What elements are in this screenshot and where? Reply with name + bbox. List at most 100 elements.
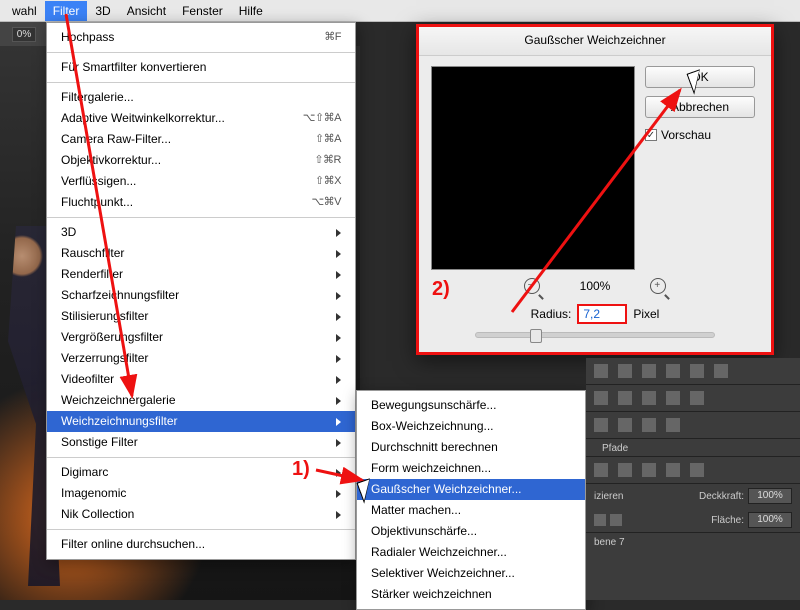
menu-item[interactable]: Objektivkorrektur...⇧⌘R — [47, 150, 355, 171]
radius-input[interactable] — [577, 304, 627, 324]
submenu-item[interactable]: Matter machen... — [357, 500, 585, 521]
menu-item[interactable]: Filtergalerie... — [47, 87, 355, 108]
menu-item-sub[interactable]: Rauschfilter — [47, 243, 355, 264]
menu-item-sub[interactable]: Vergrößerungsfilter — [47, 327, 355, 348]
menu-item-sub[interactable]: Scharfzeichnungsfilter — [47, 285, 355, 306]
submenu-item[interactable]: Objektivunschärfe... — [357, 521, 585, 542]
chevron-right-icon — [336, 271, 341, 279]
preview-checkbox-row[interactable]: ✓ Vorschau — [645, 128, 755, 142]
separator — [47, 217, 355, 218]
adjust-icon[interactable] — [642, 391, 656, 405]
menubar: wahl Filter 3D Ansicht Fenster Hilfe — [0, 0, 800, 22]
adjust-icon[interactable] — [642, 418, 656, 432]
adjust-icon[interactable] — [594, 391, 608, 405]
zoom-in-icon[interactable]: + — [650, 278, 666, 294]
menu-item[interactable]: Fluchtpunkt...⌥⌘V — [47, 192, 355, 213]
filter-icon[interactable] — [642, 463, 656, 477]
slider-thumb[interactable] — [530, 329, 542, 343]
menu-wahl[interactable]: wahl — [4, 1, 45, 21]
submenu-item[interactable]: Box-Weichzeichnung... — [357, 416, 585, 437]
submenu-item[interactable]: Durchschnitt berechnen — [357, 437, 585, 458]
tab-paths[interactable]: Pfade — [602, 443, 628, 454]
menu-item-sub[interactable]: Digimarc — [47, 462, 355, 483]
preview-label: Vorschau — [661, 128, 711, 142]
menu-item-sub[interactable]: Renderfilter — [47, 264, 355, 285]
chevron-right-icon — [336, 313, 341, 321]
filter-icon[interactable] — [594, 463, 608, 477]
adjust-icon[interactable] — [666, 364, 680, 378]
dialog-preview[interactable] — [431, 66, 635, 270]
cancel-button[interactable]: Abbrechen — [645, 96, 755, 118]
lock-icons[interactable] — [594, 514, 622, 526]
chevron-right-icon — [336, 250, 341, 258]
opacity-field[interactable]: 100% — [748, 488, 792, 504]
adjust-icon[interactable] — [690, 391, 704, 405]
menu-item-last-filter[interactable]: Hochpass ⌘F — [47, 27, 355, 48]
adjust-icon[interactable] — [594, 418, 608, 432]
opacity-label: Deckkraft: — [699, 491, 744, 502]
menu-fenster[interactable]: Fenster — [174, 1, 231, 21]
fill-field[interactable]: 100% — [748, 512, 792, 528]
menu-item-sub[interactable]: Verzerrungsfilter — [47, 348, 355, 369]
adjust-icon[interactable] — [618, 418, 632, 432]
adjust-icon[interactable] — [594, 364, 608, 378]
submenu-item[interactable]: Stärker weichzeichnen — [357, 584, 585, 605]
menu-hilfe[interactable]: Hilfe — [231, 1, 271, 21]
adjust-icon[interactable] — [618, 364, 632, 378]
menu-item-sub[interactable]: Weichzeichnergalerie — [47, 390, 355, 411]
adjust-icon[interactable] — [642, 364, 656, 378]
layer-filter-icons — [586, 457, 800, 484]
separator — [47, 457, 355, 458]
filter-icon[interactable] — [690, 463, 704, 477]
chevron-right-icon — [336, 355, 341, 363]
menu-item[interactable]: Camera Raw-Filter...⇧⌘A — [47, 129, 355, 150]
menu-item-sub[interactable]: Stilisierungsfilter — [47, 306, 355, 327]
zoom-out-icon[interactable]: − — [524, 278, 540, 294]
zoom-percent: 100% — [580, 279, 611, 293]
submenu-item[interactable]: Selektiver Weichzeichner... — [357, 563, 585, 584]
separator — [47, 529, 355, 530]
radius-slider[interactable] — [475, 332, 715, 338]
submenu-item-gaussian-blur[interactable]: Gaußscher Weichzeichner... — [357, 479, 585, 500]
submenu-item[interactable]: Radialer Weichzeichner... — [357, 542, 585, 563]
submenu-item[interactable]: Bewegungsunschärfe... — [357, 395, 585, 416]
menu-item-browse-online[interactable]: Filter online durchsuchen... — [47, 534, 355, 555]
menu-item[interactable]: Adaptive Weitwinkelkorrektur...⌥⇧⌘A — [47, 108, 355, 129]
filter-icon[interactable] — [618, 463, 632, 477]
blend-mode[interactable]: izieren — [594, 491, 623, 502]
adjust-icon[interactable] — [618, 391, 632, 405]
adjust-icon[interactable] — [690, 364, 704, 378]
adjustments-icons — [586, 358, 800, 385]
menu-item-sub[interactable]: Sonstige Filter — [47, 432, 355, 453]
zoom-value[interactable]: 0% — [12, 27, 36, 42]
adjustments-icons-3 — [586, 412, 800, 439]
adjust-icon[interactable] — [714, 364, 728, 378]
layer-name: bene 7 — [594, 537, 625, 548]
filter-dropdown: Hochpass ⌘F Für Smartfilter konvertieren… — [46, 22, 356, 560]
menu-item-smartfilter[interactable]: Für Smartfilter konvertieren — [47, 57, 355, 78]
chevron-right-icon — [336, 439, 341, 447]
separator — [47, 52, 355, 53]
menu-item-weichzeichnungsfilter[interactable]: Weichzeichnungsfilter — [47, 411, 355, 432]
menu-ansicht[interactable]: Ansicht — [119, 1, 174, 21]
radius-label: Radius: — [531, 307, 572, 321]
submenu-item[interactable]: Form weichzeichnen... — [357, 458, 585, 479]
checkbox-icon[interactable]: ✓ — [645, 129, 657, 141]
menu-item-sub[interactable]: Imagenomic — [47, 483, 355, 504]
menu-item[interactable]: Verflüssigen...⇧⌘X — [47, 171, 355, 192]
ok-button[interactable]: OK — [645, 66, 755, 88]
menu-3d[interactable]: 3D — [87, 1, 118, 21]
adjust-icon[interactable] — [666, 391, 680, 405]
menu-item-sub[interactable]: 3D — [47, 222, 355, 243]
menu-item-sub[interactable]: Nik Collection — [47, 504, 355, 525]
chevron-right-icon — [336, 490, 341, 498]
layer-row[interactable]: bene 7 — [586, 532, 800, 552]
menu-item-sub[interactable]: Videofilter — [47, 369, 355, 390]
separator — [47, 82, 355, 83]
blur-submenu: Bewegungsunschärfe... Box-Weichzeichnung… — [356, 390, 586, 610]
chevron-right-icon — [336, 418, 341, 426]
menu-filter[interactable]: Filter — [45, 1, 88, 21]
adjust-icon[interactable] — [666, 418, 680, 432]
filter-icon[interactable] — [666, 463, 680, 477]
dialog-title: Gaußscher Weichzeichner — [419, 27, 771, 56]
